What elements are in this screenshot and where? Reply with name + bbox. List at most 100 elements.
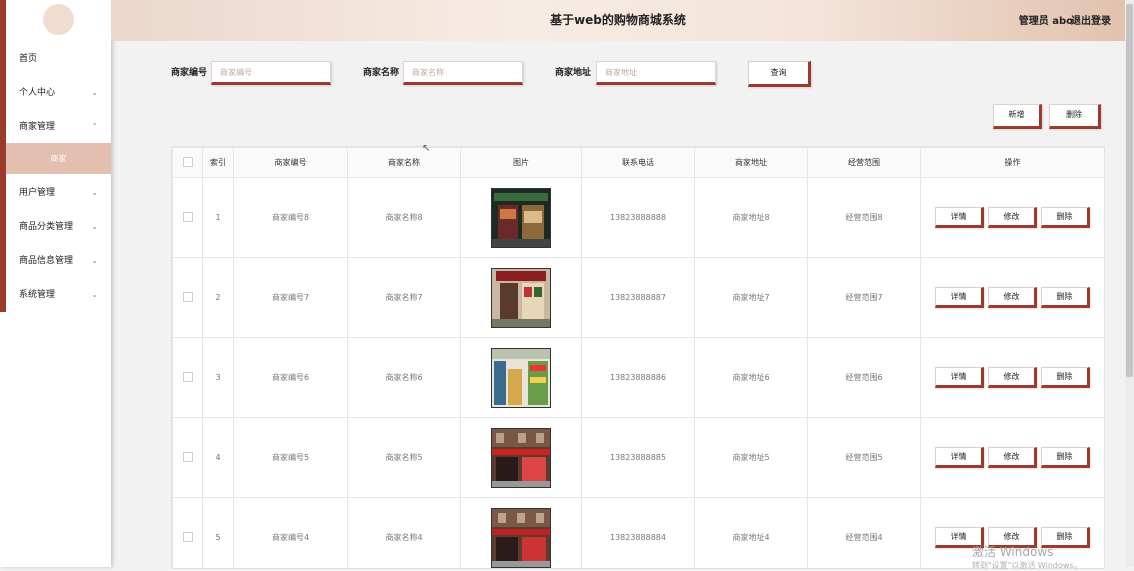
cell-name: 商家名称4 (347, 497, 461, 568)
sidebar-item-merchant-management[interactable]: 商家管理 ⌃ (6, 110, 111, 144)
mouse-cursor-icon: ↖ (422, 143, 431, 154)
scrollbar-thumb[interactable] (1126, 4, 1133, 377)
cell-code: 商家编号8 (233, 177, 348, 258)
cell-scope: 经营范围4 (807, 497, 921, 568)
row-checkbox[interactable] (182, 371, 193, 382)
sidebar-item-product-management[interactable]: 商品信息管理 ⌄ (6, 244, 111, 278)
row-select-cell (172, 177, 203, 258)
cell-scope: 经营范围8 (807, 177, 921, 258)
cell-name: 商家名称8 (347, 177, 461, 258)
query-button[interactable]: 查询 (748, 61, 811, 87)
column-header-actions: 操作 (920, 147, 1104, 178)
add-button[interactable]: 新增 (993, 104, 1042, 129)
cell-index: 2 (202, 257, 234, 338)
cell-index: 1 (202, 177, 234, 258)
column-header-phone: 联系电话 (581, 147, 695, 178)
edit-button[interactable]: 修改 (988, 287, 1037, 308)
detail-button[interactable]: 详情 (935, 207, 984, 228)
cell-address: 商家地址4 (694, 497, 808, 568)
cell-phone: 13823888888 (581, 177, 695, 258)
table-row: 2 商家编号7 商家名称7 13823888887 商家地址7 经营范围7 详情 修改 删除 (172, 257, 1104, 338)
row-checkbox[interactable] (182, 291, 193, 302)
chevron-down-icon: ⌄ (91, 222, 98, 231)
select-all-checkbox[interactable] (182, 156, 193, 167)
delete-button[interactable]: 删除 (1041, 367, 1090, 388)
row-select-cell (172, 337, 203, 418)
column-header-image: 图片 (460, 147, 582, 178)
current-user: 管理员 abo (1018, 16, 1073, 27)
sidebar-subitem-merchant[interactable]: 商家 (6, 143, 111, 174)
cell-actions: 详情 修改 删除 (920, 257, 1104, 338)
cell-index: 5 (202, 497, 234, 568)
table-row: 5 商家编号4 商家名称4 13823888884 商家地址4 经营范围4 详情 修改 删除 (172, 497, 1104, 568)
merchant-image (491, 507, 551, 568)
row-checkbox[interactable] (182, 531, 193, 542)
cell-index: 3 (202, 337, 234, 418)
column-header-name: 商家名称 (347, 147, 461, 178)
sidebar-item-label: 商品分类管理 (19, 222, 74, 232)
merchant-image (491, 427, 551, 488)
sidebar-item-label: 首页 (19, 54, 38, 64)
logout-link[interactable]: 退出登录 (1071, 0, 1111, 43)
merchant-name-input[interactable] (403, 61, 523, 85)
delete-button[interactable]: 删除 (1041, 207, 1090, 228)
cell-name: 商家名称7 (347, 257, 461, 338)
edit-button[interactable]: 修改 (988, 447, 1037, 468)
cell-phone: 13823888887 (581, 257, 695, 338)
merchant-address-input[interactable] (596, 61, 716, 85)
merchant-code-input[interactable] (211, 61, 331, 85)
batch-delete-button[interactable]: 删除 (1049, 104, 1101, 129)
sidebar: 首页 个人中心 ⌄ 商家管理 ⌃ 商家 用户管理 ⌄ 商品分类管理 ⌄ 商品信息… (0, 0, 111, 567)
windows-activation-watermark: 激活 Windows (972, 545, 1054, 559)
cell-image (460, 337, 582, 418)
cell-actions: 详情 修改 删除 (920, 337, 1104, 418)
cell-phone: 13823888884 (581, 497, 695, 568)
delete-button[interactable]: 删除 (1041, 287, 1090, 308)
sidebar-item-home[interactable]: 首页 (6, 42, 111, 76)
sidebar-item-label: 商品信息管理 (19, 256, 74, 266)
sidebar-item-category-management[interactable]: 商品分类管理 ⌄ (6, 210, 111, 244)
detail-button[interactable]: 详情 (935, 367, 984, 388)
cell-actions: 详情 修改 删除 (920, 177, 1104, 258)
table-row: 3 商家编号6 商家名称6 13823888886 商家地址6 经营范围6 详情 修改 删除 (172, 337, 1104, 418)
cell-address: 商家地址6 (694, 337, 808, 418)
cell-address: 商家地址8 (694, 177, 808, 258)
table-row: 1 商家编号8 商家名称8 13823888888 商家地址8 经营范围8 详情 修改 删除 (172, 177, 1104, 258)
merchant-image (491, 267, 551, 328)
cell-code: 商家编号5 (233, 417, 348, 498)
cell-code: 商家编号6 (233, 337, 348, 418)
chevron-down-icon: ⌄ (91, 188, 98, 197)
cell-code: 商家编号4 (233, 497, 348, 568)
row-select-cell (172, 257, 203, 338)
chevron-down-icon: ⌄ (91, 88, 98, 97)
column-header-scope: 经营范围 (807, 147, 921, 178)
page-title: 基于web的购物商城系统 (550, 13, 686, 27)
table-row: 4 商家编号5 商家名称5 13823888885 商家地址5 经营范围5 详情 修改 删除 (172, 417, 1104, 498)
cell-address: 商家地址5 (694, 417, 808, 498)
detail-button[interactable]: 详情 (935, 447, 984, 468)
cell-code: 商家编号7 (233, 257, 348, 338)
select-all-cell (172, 147, 203, 178)
column-header-address: 商家地址 (694, 147, 808, 178)
sidebar-item-label: 商家管理 (19, 122, 56, 132)
cell-index: 4 (202, 417, 234, 498)
chevron-down-icon: ⌄ (91, 290, 98, 299)
sidebar-item-user-management[interactable]: 用户管理 ⌄ (6, 176, 111, 210)
table-header-row: 索引 商家编号 商家名称 图片 联系电话 商家地址 经营范围 操作 (172, 147, 1104, 178)
cell-address: 商家地址7 (694, 257, 808, 338)
merchant-image (491, 187, 551, 248)
detail-button[interactable]: 详情 (935, 287, 984, 308)
row-checkbox[interactable] (182, 211, 193, 222)
cell-image (460, 417, 582, 498)
cell-name: 商家名称5 (347, 417, 461, 498)
column-header-code: 商家编号 (233, 147, 348, 178)
delete-button[interactable]: 删除 (1041, 447, 1090, 468)
row-checkbox[interactable] (182, 451, 193, 462)
cell-scope: 经营范围5 (807, 417, 921, 498)
row-select-cell (172, 417, 203, 498)
edit-button[interactable]: 修改 (988, 367, 1037, 388)
sidebar-item-system-management[interactable]: 系统管理 ⌄ (6, 278, 111, 312)
edit-button[interactable]: 修改 (988, 207, 1037, 228)
sidebar-item-personal-center[interactable]: 个人中心 ⌄ (6, 76, 111, 110)
page-scrollbar[interactable] (1125, 0, 1134, 567)
